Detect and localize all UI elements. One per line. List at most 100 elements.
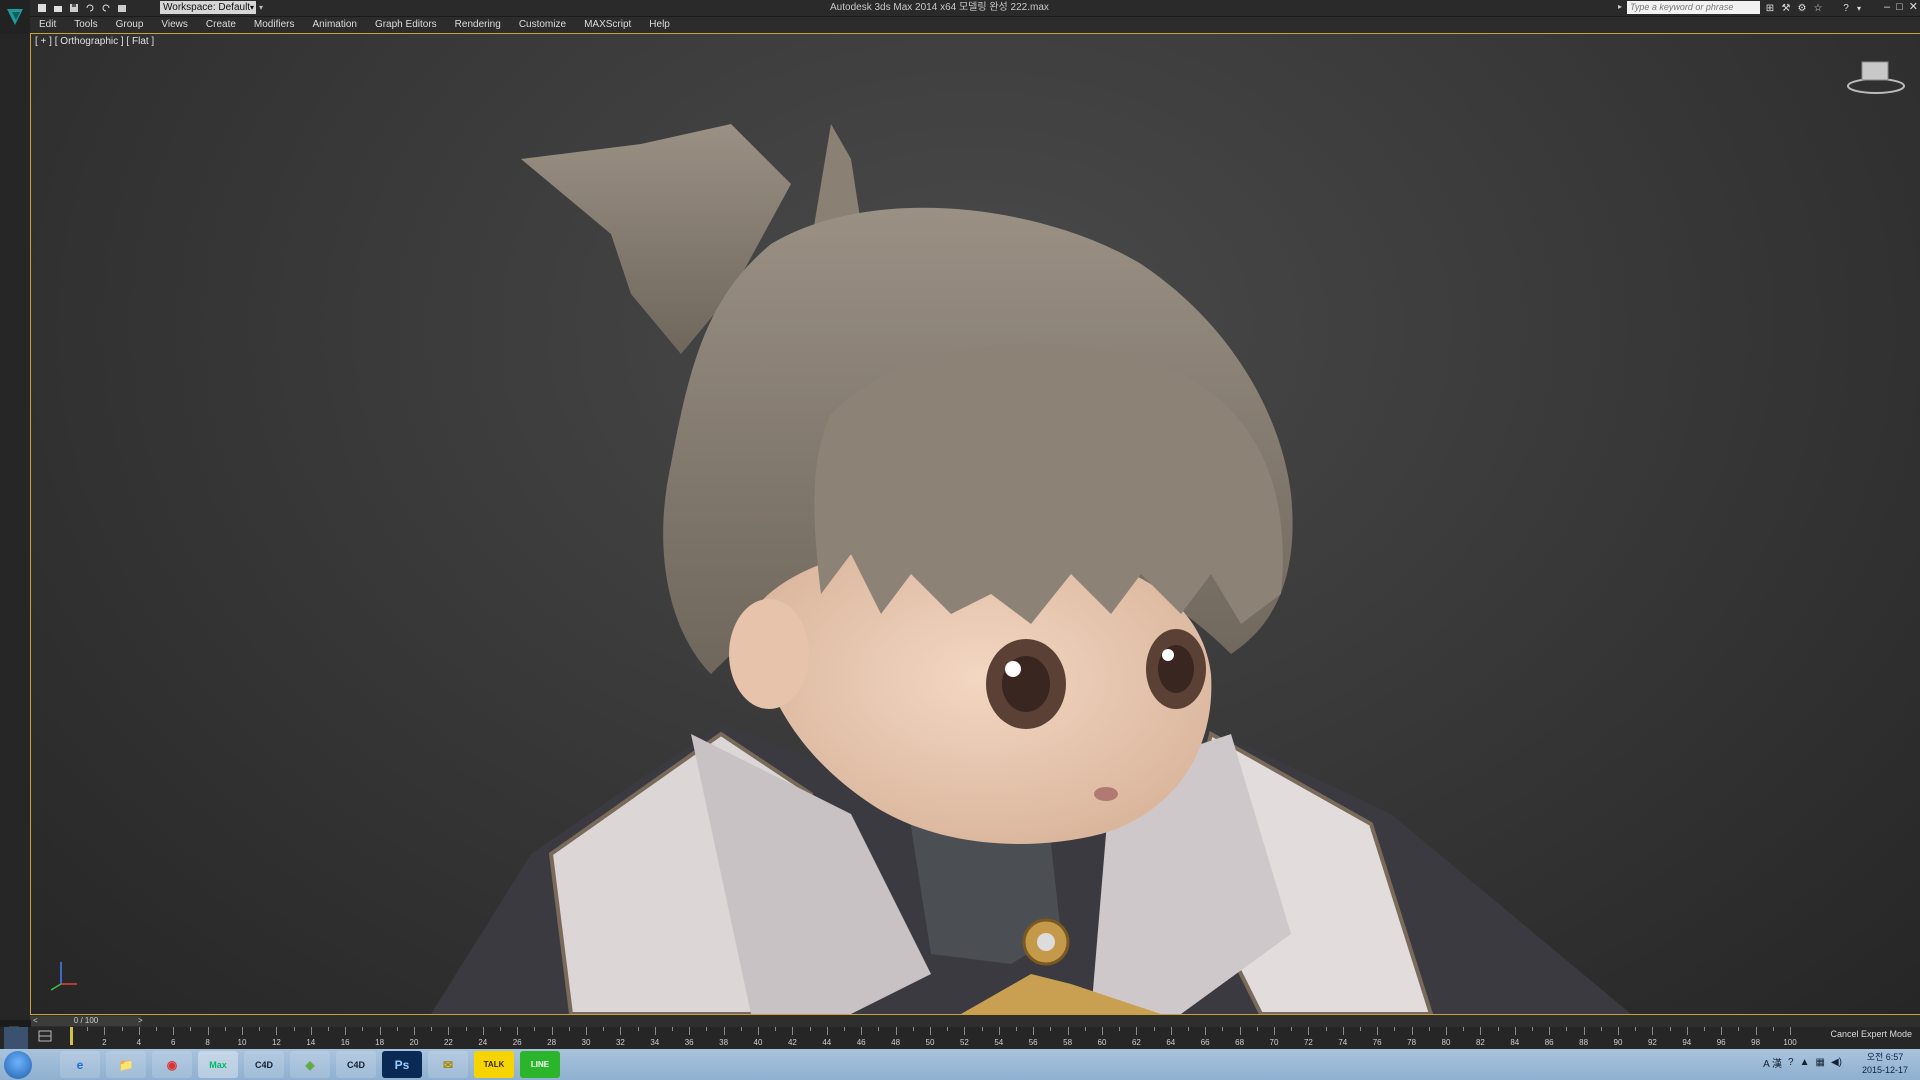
workspace-dropdown[interactable]: Workspace: Default ▾	[160, 1, 256, 14]
prev-frame-button[interactable]: <	[33, 1016, 38, 1026]
frame-ruler[interactable]: 2 4 6 8 10 12 14 16 18 20 22 24 26 28 30 32 34 36 38 40 42 44…	[70, 1027, 1797, 1049]
cancel-expert-mode-button[interactable]: Cancel Expert Mode	[1792, 1027, 1912, 1041]
ruler-tick	[878, 1027, 880, 1031]
menu-tools[interactable]: Tools	[65, 17, 106, 33]
ruler-label: 36	[684, 1038, 694, 1047]
project-folder-icon[interactable]	[116, 2, 128, 14]
time-slider[interactable]: < 0 / 100	[31, 1016, 141, 1026]
ruler-tick	[345, 1027, 347, 1035]
ruler-tick	[947, 1027, 949, 1031]
communication-icon[interactable]: ⚙	[1796, 2, 1808, 14]
redo-icon[interactable]	[100, 2, 112, 14]
favorites-star-icon[interactable]: ☆	[1812, 2, 1824, 14]
minimize-button[interactable]: –	[1884, 0, 1890, 15]
ruler-tick	[930, 1027, 931, 1035]
ruler-label: 10	[237, 1038, 247, 1047]
open-file-icon[interactable]	[52, 2, 64, 14]
viewcube-icon[interactable]	[1846, 58, 1906, 94]
ruler-tick	[293, 1027, 295, 1031]
character-model	[431, 124, 1631, 1014]
mail-icon[interactable]: ✉	[428, 1051, 468, 1078]
line-messenger-icon[interactable]: LINE	[520, 1051, 560, 1078]
ruler-tick	[689, 1027, 691, 1035]
ruler-tick	[1102, 1027, 1103, 1035]
ruler-tick	[1480, 1027, 1482, 1035]
ruler-label: 52	[959, 1038, 969, 1047]
cinema4d-icon[interactable]: C4D	[244, 1051, 284, 1078]
ruler-tick	[586, 1027, 587, 1035]
volume-icon[interactable]: ◀)	[1831, 1057, 1842, 1068]
chevron-down-icon[interactable]: ▾	[1856, 2, 1862, 14]
binoculars-icon[interactable]: ⊞	[1764, 2, 1776, 14]
ruler-label: 68	[1235, 1038, 1245, 1047]
menu-graph-editors[interactable]: Graph Editors	[366, 17, 446, 33]
ruler-tick	[706, 1027, 708, 1031]
file-explorer-icon[interactable]: 📁	[106, 1051, 146, 1078]
menu-rendering[interactable]: Rendering	[446, 17, 510, 33]
expand-arrow-icon[interactable]: ▸	[1618, 2, 1622, 11]
ruler-tick	[534, 1027, 536, 1031]
perspective-viewport[interactable]: [ + ] [ Orthographic ] [ Flat ]	[30, 33, 1920, 1015]
ruler-tick	[1428, 1027, 1430, 1031]
menu-views[interactable]: Views	[152, 17, 197, 33]
track-bar[interactable]: 2 4 6 8 10 12 14 16 18 20 22 24 26 28 30 32 34 36 38 40 42 44…	[0, 1027, 1920, 1049]
ruler-label: 16	[340, 1038, 350, 1047]
ime-indicator[interactable]: A 漢	[1763, 1055, 1782, 1070]
ruler-tick	[156, 1027, 157, 1031]
next-frame-button[interactable]: >	[138, 1015, 143, 1027]
ruler-label: 88	[1579, 1038, 1589, 1047]
ruler-tick	[981, 1027, 983, 1031]
ruler-tick	[517, 1027, 519, 1035]
ruler-tick	[242, 1027, 243, 1035]
help-tray-icon[interactable]: ?	[1788, 1057, 1794, 1068]
kakaotalk-icon[interactable]: TALK	[474, 1051, 514, 1078]
maximize-button[interactable]: □	[1896, 0, 1903, 15]
network-icon[interactable]: ▦	[1816, 1057, 1825, 1068]
ruler-tick	[1497, 1027, 1499, 1031]
ruler-tick	[1239, 1027, 1241, 1035]
subscription-icon[interactable]: ⚒	[1780, 2, 1792, 14]
customize-arrow-icon[interactable]: ▾	[259, 0, 263, 15]
ruler-tick	[379, 1027, 381, 1035]
ruler-tick	[620, 1027, 622, 1035]
chrome-icon[interactable]: ◉	[152, 1051, 192, 1078]
ruler-tick	[1205, 1027, 1207, 1035]
menu-group[interactable]: Group	[107, 17, 153, 33]
ruler-tick	[998, 1027, 1000, 1035]
start-button[interactable]	[4, 1051, 32, 1079]
curve-editor-icon[interactable]	[38, 1030, 52, 1042]
ruler-tick	[431, 1027, 433, 1031]
menu-animation[interactable]: Animation	[303, 17, 365, 33]
menu-create[interactable]: Create	[197, 17, 245, 33]
menu-help[interactable]: Help	[640, 17, 679, 33]
ruler-tick	[1274, 1027, 1275, 1035]
ruler-tick	[173, 1027, 175, 1035]
3dsmax-logo-icon	[7, 9, 23, 25]
undo-icon[interactable]	[84, 2, 96, 14]
ruler-tick	[1755, 1027, 1757, 1035]
ruler-tick	[654, 1027, 656, 1035]
menu-maxscript[interactable]: MAXScript	[575, 17, 640, 33]
ruler-tick	[758, 1027, 759, 1035]
menu-customize[interactable]: Customize	[510, 17, 575, 33]
search-input[interactable]: Type a keyword or phrase	[1627, 1, 1760, 14]
app-logo[interactable]	[0, 0, 30, 34]
ruler-tick	[1360, 1027, 1361, 1031]
system-clock[interactable]: 오전 6:57 2015-12-17	[1862, 1051, 1908, 1077]
menu-edit[interactable]: Edit	[30, 17, 65, 33]
new-file-icon[interactable]	[36, 2, 48, 14]
close-button[interactable]: ✕	[1909, 0, 1918, 15]
ruler-tick	[70, 1027, 73, 1045]
photoshop-icon[interactable]: Ps	[382, 1051, 422, 1078]
save-icon[interactable]	[68, 2, 80, 14]
3dsmax-taskbar-icon[interactable]: Max	[198, 1051, 238, 1078]
cinema4d-icon-2[interactable]: C4D	[336, 1051, 376, 1078]
ruler-tick	[448, 1027, 450, 1035]
show-hidden-icons-icon[interactable]: ▲	[1800, 1057, 1810, 1068]
mini-curve-toggle[interactable]	[4, 1027, 28, 1049]
help-icon[interactable]: ?	[1840, 2, 1852, 14]
menu-modifiers[interactable]: Modifiers	[245, 17, 304, 33]
ruler-label: 42	[787, 1038, 797, 1047]
internet-explorer-icon[interactable]: e	[60, 1051, 100, 1078]
app-diamond-icon[interactable]: ◆	[290, 1051, 330, 1078]
